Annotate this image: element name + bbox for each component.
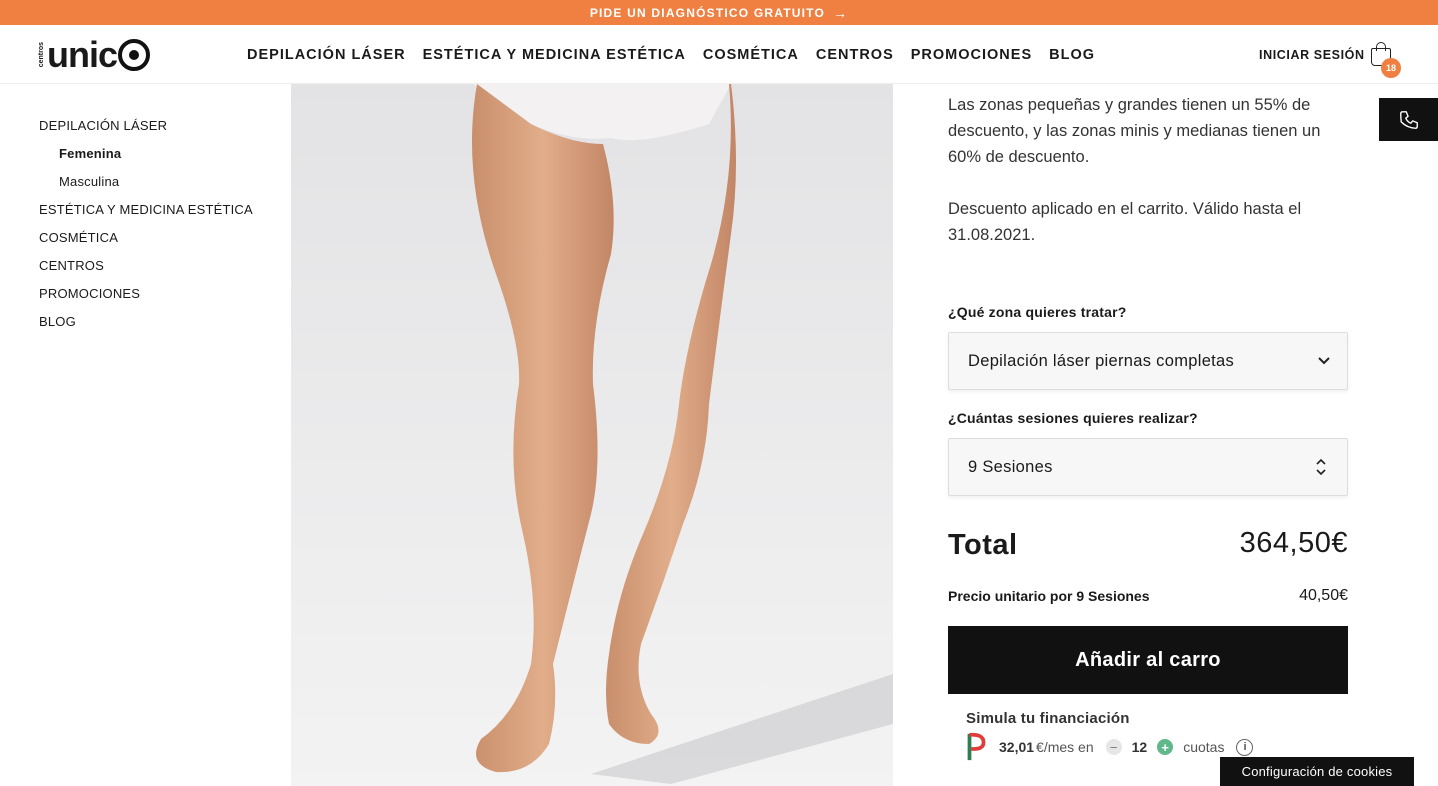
login-link[interactable]: INICIAR SESIÓN — [1259, 48, 1365, 62]
nav-centros[interactable]: CENTROS — [816, 47, 894, 63]
logo-word: unic — [47, 34, 118, 75]
sidebar-item-depilacion-laser[interactable]: DEPILACIÓN LÁSER — [39, 118, 253, 146]
chevron-down-icon — [1318, 357, 1330, 365]
sidebar-item-promociones[interactable]: PROMOCIONES — [39, 286, 253, 314]
sessions-select-value: 9 Sesiones — [968, 457, 1053, 476]
info-icon[interactable]: i — [1236, 738, 1254, 756]
sidebar-item-femenina[interactable]: Femenina — [39, 146, 253, 174]
minus-icon[interactable]: − — [1105, 739, 1122, 755]
sidebar-nav: DEPILACIÓN LÁSER Femenina Masculina ESTÉ… — [39, 118, 253, 342]
validity-text: Descuento aplicado en el carrito. Válido… — [948, 200, 1302, 244]
unit-price-label: Precio unitario por 9 Sesiones — [948, 588, 1150, 604]
logo-small-text: centros — [38, 42, 45, 68]
financing-simulator: 32,01 €/mes en − 12 + cuotas i — [966, 732, 1254, 762]
nav-cosmetica[interactable]: COSMÉTICA — [703, 47, 799, 63]
sidebar-item-masculina[interactable]: Masculina — [39, 174, 253, 202]
zone-label: ¿Qué zona quieres tratar? — [948, 304, 1127, 320]
sidebar-item-cosmetica[interactable]: COSMÉTICA — [39, 230, 253, 258]
nav-promociones[interactable]: PROMOCIONES — [911, 47, 1032, 63]
sessions-label: ¿Cuántas sesiones quieres realizar? — [948, 410, 1198, 426]
financing-title: Simula tu financiación — [966, 710, 1130, 727]
phone-icon — [1399, 110, 1418, 129]
financing-installments: 12 — [1131, 739, 1148, 755]
plus-icon[interactable]: + — [1157, 739, 1174, 755]
financing-per-month: €/mes en — [1036, 739, 1094, 755]
sidebar-item-estetica[interactable]: ESTÉTICA Y MEDICINA ESTÉTICA — [39, 202, 253, 230]
site-header: centros unic DEPILACIÓN LÁSER ESTÉTICA Y… — [0, 25, 1438, 84]
arrow-right-icon: → — [832, 4, 849, 21]
unit-price-value: 40,50€ — [1299, 587, 1348, 604]
nav-depilacion-laser[interactable]: DEPILACIÓN LÁSER — [247, 47, 406, 63]
sessions-select[interactable]: 9 Sesiones — [948, 438, 1348, 496]
financing-provider-logo — [967, 732, 986, 761]
total-label: Total — [948, 529, 1018, 561]
discount-text: Las zonas pequeñas y grandes tienen un 5… — [948, 96, 1321, 166]
total-value: 364,50€ — [1239, 527, 1348, 559]
financing-cuotas-label: cuotas — [1183, 739, 1225, 755]
nav-blog[interactable]: BLOG — [1049, 47, 1095, 63]
main-nav: DEPILACIÓN LÁSER ESTÉTICA Y MEDICINA EST… — [247, 47, 1095, 63]
updown-icon — [1316, 458, 1326, 476]
sidebar-item-blog[interactable]: BLOG — [39, 314, 253, 342]
product-info: Las zonas pequeñas y grandes tienen un 5… — [948, 92, 1348, 761]
phone-button[interactable] — [1379, 98, 1438, 141]
cart-count-badge: 18 — [1381, 58, 1401, 78]
logo-ring-icon — [118, 39, 151, 71]
cookie-settings-button[interactable]: Configuración de cookies — [1220, 757, 1414, 786]
financing-amount: 32,01 — [999, 739, 1035, 755]
product-image — [291, 84, 893, 786]
logo[interactable]: centros unic — [38, 34, 151, 75]
promo-bar[interactable]: PIDE UN DIAGNÓSTICO GRATUITO → — [0, 0, 1438, 25]
sidebar-item-centros[interactable]: CENTROS — [39, 258, 253, 286]
zone-select-value: Depilación láser piernas completas — [968, 351, 1235, 370]
nav-estetica[interactable]: ESTÉTICA Y MEDICINA ESTÉTICA — [423, 47, 686, 63]
cart-button[interactable]: 18 — [1369, 40, 1401, 78]
add-to-cart-button[interactable]: Añadir al carro — [948, 626, 1348, 694]
zone-select[interactable]: Depilación láser piernas completas — [948, 332, 1348, 390]
legs-illustration — [471, 84, 893, 784]
product-description: Las zonas pequeñas y grandes tienen un 5… — [948, 92, 1348, 248]
promo-text: PIDE UN DIAGNÓSTICO GRATUITO — [589, 5, 825, 20]
